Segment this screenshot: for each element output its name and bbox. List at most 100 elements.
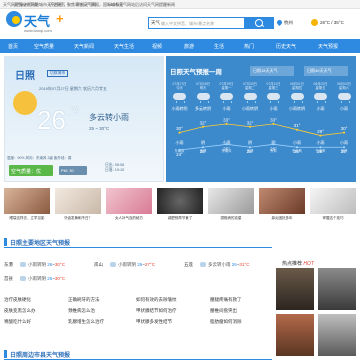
ad-caption[interactable]: 颈椎病的克星: [208, 216, 254, 221]
nav-life[interactable]: 生活: [214, 43, 224, 50]
region-cell[interactable]: 岚山 小雨转阴 26~27°C: [94, 260, 184, 272]
logo-plus: +: [56, 11, 64, 26]
region-name[interactable]: 岚山: [94, 262, 103, 268]
nav-home[interactable]: 首页: [8, 43, 18, 50]
low-temp-point: [201, 146, 205, 149]
ad-image[interactable]: [259, 188, 305, 214]
ad-caption[interactable]: 女人补气血的秘方: [106, 216, 152, 221]
link-item[interactable]: 如何有效的去除皱纹: [136, 297, 177, 303]
nav-hot[interactable]: 热门: [244, 43, 254, 50]
low-temp-point: [248, 146, 252, 149]
hot-recommend: 热点推荐 HOT: [276, 252, 356, 360]
ad-caption[interactable]: 鼻炎困扰多年: [259, 216, 305, 221]
region-name[interactable]: 莒县: [4, 276, 13, 282]
ad-item[interactable]: 女人补气血的秘方: [106, 188, 152, 226]
link-item[interactable]: 颈椎病怎么治: [68, 308, 95, 314]
site-logo[interactable]: 天气 + www.tianqi.com: [6, 11, 66, 37]
current-city-widget[interactable]: 杭州 26°C / 35°C: [275, 17, 357, 29]
ad-caption[interactable]: 掌握这个技巧: [310, 216, 356, 221]
search-type-label[interactable]: 天气: [151, 20, 160, 26]
link-item[interactable]: 腰腿疼痛有救了: [210, 297, 242, 303]
high-temp-point: [295, 128, 299, 131]
region-forecast: 小雨转阴 26~30°C: [28, 262, 65, 267]
link-item[interactable]: 甲状腺结节如何治疗: [136, 308, 177, 314]
link-item[interactable]: 脂肪瘤如何消除: [210, 319, 242, 325]
ad-image[interactable]: [208, 188, 254, 214]
nav-travel[interactable]: 旅游: [184, 43, 194, 50]
ad-caption[interactable]: 减肥别再节食了: [157, 216, 203, 221]
link-item[interactable]: 甲状腺多发性结节: [136, 319, 172, 325]
link-item[interactable]: 腰椎间盘突出: [210, 308, 237, 314]
high-temp-label: 33°: [270, 117, 277, 122]
link-item[interactable]: 皮肤变黑怎么办: [4, 308, 36, 314]
today-condition: 多云转小雨: [89, 113, 129, 122]
link-item[interactable]: 正确刷牙的方法: [68, 297, 100, 303]
nav-video[interactable]: 视频: [152, 43, 162, 50]
air-quality-badge[interactable]: 空气质量：优: [9, 165, 53, 176]
section-bar: [4, 350, 7, 358]
region-row: 东港 小雨转阴 26~30°C 岚山 小雨转阴 26~27°C 五莲 多云转小雨…: [4, 260, 272, 272]
hot-image[interactable]: [276, 314, 314, 356]
region-name[interactable]: 东港: [4, 262, 13, 268]
switch-city-button[interactable]: 切换城市: [47, 70, 69, 77]
main-nav: 首页 空气质量 天气新闻 天气生活 视频 旅游 生活 热门 历史天气 天气预报: [0, 39, 360, 53]
app-download-link[interactable]: 天气APP下载: [14, 2, 38, 7]
region-cell[interactable]: 东港 小雨转阴 26~30°C: [4, 260, 94, 272]
link-item[interactable]: 胃酸吃什么好: [4, 319, 31, 325]
region-cell[interactable]: 莒县 小雨转阴 25~30°C: [4, 274, 94, 286]
ad-item[interactable]: 减肥别再节食了: [157, 188, 203, 226]
low-temp-label: 24°: [176, 152, 183, 157]
current-city-name[interactable]: 杭州: [284, 20, 293, 26]
nav-weather-news[interactable]: 天气新闻: [74, 43, 94, 50]
ad-item[interactable]: 牙齿发黄刷不白？: [55, 188, 101, 226]
high-temp-point: [225, 122, 228, 125]
current-city-temp: 26°C / 35°C: [320, 20, 344, 25]
ad-item[interactable]: 掌握这个技巧: [310, 188, 356, 226]
region-name[interactable]: 五莲: [184, 262, 193, 268]
low-temp-label: 25°: [341, 149, 348, 154]
mobile-site-link[interactable]: 手机天气网: [76, 2, 96, 7]
region-cell[interactable]: 五莲 多云转小雨 26~31°C: [184, 260, 274, 272]
ad-item[interactable]: 鼻炎困扰多年: [259, 188, 305, 226]
nav-weather-life[interactable]: 天气生活: [114, 43, 134, 50]
nav-history[interactable]: 历史天气: [276, 43, 296, 50]
region-row: 莒县 小雨转阴 25~30°C: [4, 274, 272, 286]
ad-caption[interactable]: 牙齿发黄刷不白？: [55, 216, 101, 221]
ad-item[interactable]: 颈椎病的克星: [208, 188, 254, 226]
low-temp-point: [319, 146, 322, 149]
ad-item[interactable]: 眼袋这样去，立竿见影: [4, 188, 50, 226]
hot-image[interactable]: [318, 314, 356, 356]
high-temp-label: 30°: [176, 126, 183, 131]
high-temp-label: 32°: [200, 120, 207, 125]
low-temp-label: 25°: [294, 149, 301, 154]
low-temp-point: [342, 146, 346, 149]
low-temp-label: 26°: [270, 146, 277, 151]
hot-image[interactable]: [318, 268, 356, 310]
high-temp-point: [342, 131, 346, 134]
low-temp-label: 25°: [200, 149, 207, 154]
ad-image[interactable]: [310, 188, 356, 214]
ad-image[interactable]: [157, 188, 203, 214]
nav-forecast[interactable]: 天气预报: [318, 43, 338, 50]
link-item[interactable]: 乳腺增生怎么治疗: [68, 319, 104, 325]
search-input[interactable]: 输入中文拼音、城市/景点名称: [161, 21, 214, 27]
sunny-icon: [311, 19, 318, 26]
nearby-section-title: 日照周边市县天气预报: [10, 353, 71, 359]
history-weather-link[interactable]: 历史天气: [49, 2, 65, 7]
link-item[interactable]: 治疗皮肤硬化: [4, 297, 31, 303]
ad-image[interactable]: [106, 188, 152, 214]
logo-url: www.tianqi.com: [24, 28, 52, 33]
ad-image[interactable]: [4, 188, 50, 214]
today-date: 2019年07月27日 星期六 农历六月廿五: [39, 86, 108, 91]
tag-link[interactable]: TAG标签: [107, 2, 123, 7]
section-bar: [4, 238, 7, 246]
ad-caption[interactable]: 眼袋这样去，立竿见影: [4, 216, 50, 221]
site-header: 天气 + www.tianqi.com 天气 输入中文拼音、城市/景点名称 杭州…: [0, 9, 360, 39]
nav-air-quality[interactable]: 空气质量: [34, 43, 54, 50]
pm-badge[interactable]: PM: 30: [59, 166, 87, 175]
hot-image[interactable]: [276, 268, 314, 310]
ad-image[interactable]: [55, 188, 101, 214]
sunset-time: 日落: 19:10: [105, 168, 125, 172]
nearby-section-header: 日照周边市县天气预报: [4, 348, 272, 360]
search-button[interactable]: [244, 17, 274, 29]
